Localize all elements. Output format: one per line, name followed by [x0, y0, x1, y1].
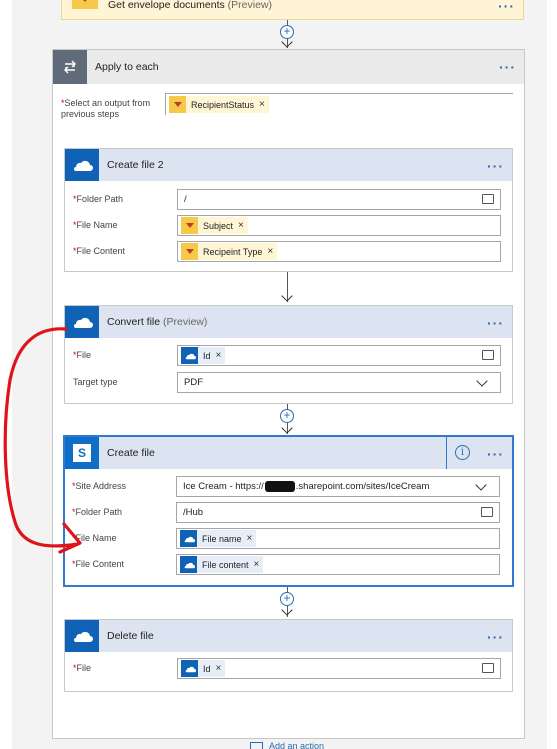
file-name-label: *File Name: [72, 533, 117, 543]
loop-icon: [53, 50, 87, 84]
onedrive-icon: [65, 306, 99, 338]
delete-file-card: Delete file ··· *File Id ×: [64, 619, 513, 692]
get-envelope-subtitle: (Preview): [227, 0, 273, 11]
chevron-down-icon[interactable]: [475, 479, 487, 491]
remove-token-icon[interactable]: ×: [216, 350, 222, 361]
folder-icon[interactable]: [481, 507, 493, 517]
file-content-label: *File Content: [73, 246, 126, 256]
convert-file-header[interactable]: Convert file (Preview) ···: [65, 306, 512, 338]
file-field[interactable]: Id ×: [177, 658, 501, 679]
file-field[interactable]: Id ×: [177, 345, 501, 366]
convert-file-card: Convert file (Preview) ··· *File Id × Ta…: [64, 305, 513, 404]
onedrive-icon: [65, 149, 99, 181]
onedrive-icon: [181, 347, 198, 364]
target-type-select[interactable]: PDF: [177, 372, 501, 393]
more-options-icon[interactable]: ···: [487, 316, 504, 330]
more-options-icon[interactable]: ···: [487, 159, 504, 173]
convert-file-title: Convert file (Preview): [107, 316, 208, 328]
remove-token-icon[interactable]: ×: [259, 99, 265, 110]
file-content-label: *File Content: [72, 559, 125, 569]
file-name-label: *File Name: [73, 220, 118, 230]
create-file-card: S Create file i ··· *Site Address Ice Cr…: [63, 435, 514, 587]
create-file-header[interactable]: S Create file i ···: [65, 437, 512, 469]
apply-to-each-header[interactable]: Apply to each ···: [53, 50, 524, 84]
delete-file-header[interactable]: Delete file ···: [65, 620, 512, 652]
chevron-down-icon[interactable]: [476, 375, 488, 387]
remove-token-icon[interactable]: ×: [247, 533, 253, 544]
target-type-label: Target type: [73, 377, 118, 387]
redacted-block: [264, 481, 295, 492]
onedrive-icon: [180, 530, 197, 547]
remove-token-icon[interactable]: ×: [254, 559, 260, 570]
create-file-title: Create file: [107, 447, 155, 459]
recipient-status-token[interactable]: RecipientStatus ×: [169, 96, 269, 113]
file-name-field[interactable]: Subject ×: [177, 215, 501, 236]
onedrive-icon: [180, 556, 197, 573]
docusign-icon: [169, 96, 186, 113]
docusign-icon: [181, 243, 198, 260]
docusign-icon: [181, 217, 198, 234]
file-content-field[interactable]: Recipeint Type ×: [177, 241, 501, 262]
add-action-button[interactable]: Add an action: [250, 741, 324, 749]
more-options-icon[interactable]: ···: [487, 630, 504, 644]
get-envelope-card[interactable]: Get envelope documents (Preview) ···: [61, 0, 524, 20]
onedrive-icon: [181, 660, 198, 677]
file-name-field[interactable]: File name ×: [176, 528, 500, 549]
remove-token-icon[interactable]: ×: [216, 663, 222, 674]
info-icon[interactable]: i: [455, 445, 470, 460]
file-content-field[interactable]: File content ×: [176, 554, 500, 575]
file-label: *File: [73, 663, 92, 673]
more-options-icon[interactable]: ···: [499, 60, 516, 74]
select-output-label: *Select an output from previous steps: [61, 98, 151, 119]
file-label: *File: [73, 350, 92, 360]
add-action-icon: [250, 741, 263, 749]
select-output-field[interactable]: RecipientStatus ×: [165, 93, 513, 115]
create-file-2-header[interactable]: Create file 2 ···: [65, 149, 512, 181]
folder-path-label: *Folder Path: [73, 194, 124, 204]
more-options-icon[interactable]: ···: [487, 447, 504, 461]
more-options-icon[interactable]: ···: [498, 0, 515, 13]
folder-path-label: *Folder Path: [72, 507, 123, 517]
create-file-2-title: Create file 2: [107, 159, 164, 171]
apply-to-each-title: Apply to each: [95, 61, 159, 73]
onedrive-icon: [65, 620, 99, 652]
recipient-type-token[interactable]: Recipeint Type ×: [181, 243, 278, 260]
site-address-select[interactable]: Ice Cream - https:// .sharepoint.com/sit…: [176, 476, 500, 497]
file-content-token[interactable]: File content ×: [180, 556, 264, 573]
folder-path-field[interactable]: /: [177, 189, 501, 210]
get-envelope-title: Get envelope documents: [108, 0, 225, 11]
file-name-token[interactable]: File name ×: [180, 530, 257, 547]
docusign-icon: [72, 0, 98, 9]
folder-path-field[interactable]: /Hub: [176, 502, 500, 523]
add-step-icon[interactable]: +: [280, 409, 294, 423]
create-file-2-card: Create file 2 ··· *Folder Path / *File N…: [64, 148, 513, 272]
id-token[interactable]: Id ×: [181, 660, 226, 677]
folder-icon[interactable]: [482, 663, 494, 673]
remove-token-icon[interactable]: ×: [267, 246, 273, 257]
folder-icon[interactable]: [482, 194, 494, 204]
folder-icon[interactable]: [482, 350, 494, 360]
subject-token[interactable]: Subject ×: [181, 217, 248, 234]
id-token[interactable]: Id ×: [181, 347, 226, 364]
delete-file-title: Delete file: [107, 630, 154, 642]
site-address-label: *Site Address: [72, 481, 127, 491]
designer-canvas: Get envelope documents (Preview) ··· + A…: [12, 0, 547, 749]
sharepoint-icon: S: [65, 437, 99, 469]
header-divider: [446, 437, 447, 469]
remove-token-icon[interactable]: ×: [238, 220, 244, 231]
